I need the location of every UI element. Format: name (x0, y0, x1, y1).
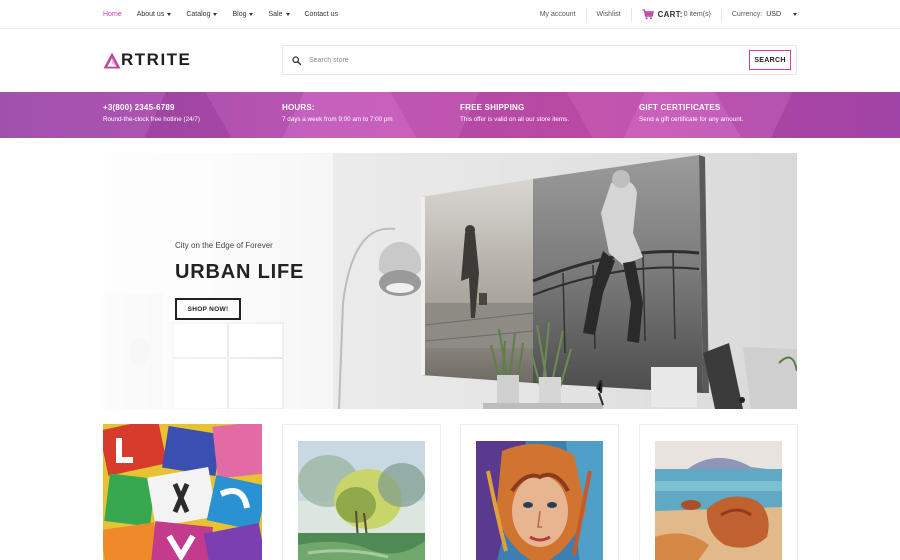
nav-catalog-label: Catalog (186, 11, 211, 18)
hero-subtitle: City on the Edge of Forever (175, 241, 273, 250)
search-icon (292, 55, 301, 65)
cart-button[interactable]: CART: 0 item(s) (632, 7, 722, 22)
nav-contact-us[interactable]: Contact us (305, 11, 338, 18)
feature-title: GIFT CERTIFICATES (639, 103, 721, 112)
slider-dot[interactable] (763, 397, 769, 403)
product-card[interactable] (460, 424, 619, 560)
chevron-down-icon (793, 13, 797, 16)
product-card[interactable] (282, 424, 441, 560)
slider-dots (733, 397, 781, 403)
hero-caption: City on the Edge of Forever URBAN LIFE (175, 241, 304, 284)
wishlist-link[interactable]: Wishlist (587, 7, 632, 22)
logo-text: RTRITE (121, 50, 192, 69)
my-account-link[interactable]: My account (530, 7, 587, 22)
feature-subtitle: This offer is valid on all our store ite… (460, 116, 570, 123)
feature-subtitle: 7 days a week from 9:00 am to 7:00 pm (282, 116, 393, 123)
currency-label: Currency: (731, 11, 763, 18)
chevron-down-icon (167, 13, 172, 16)
feature-title: FREE SHIPPING (460, 103, 525, 112)
cart-item-count: 0 item(s) (683, 11, 711, 18)
search-button[interactable]: SEARCH (749, 50, 791, 70)
nav-about-us[interactable]: About us (137, 11, 172, 18)
slider-dot[interactable] (739, 397, 745, 403)
hero-slider[interactable]: City on the Edge of Forever URBAN LIFE S… (103, 153, 797, 409)
top-bar: Home About us Catalog Blog Sale Contact … (0, 0, 900, 29)
nav-sale[interactable]: Sale (268, 11, 290, 18)
nav-home-label: Home (103, 11, 122, 18)
site-logo[interactable]: RTRITE (103, 50, 192, 69)
product-image (103, 424, 262, 560)
search-input[interactable] (309, 50, 749, 70)
feature-title: +3(800) 2345-6789 (103, 103, 175, 112)
cart-icon (642, 9, 654, 20)
product-card[interactable] (103, 424, 262, 560)
nav-sale-label: Sale (268, 11, 283, 18)
nav-catalog[interactable]: Catalog (186, 11, 218, 18)
feature-subtitle: Send a gift certificate for any amount. (639, 116, 744, 123)
nav-blog[interactable]: Blog (232, 11, 254, 18)
nav-about-us-label: About us (136, 11, 165, 18)
product-image (476, 441, 603, 560)
feature-hotline: +3(800) 2345-6789 Round-the-clock free h… (103, 103, 200, 124)
feature-shipping: FREE SHIPPING This offer is valid on all… (460, 103, 569, 124)
nav-contact-us-label: Contact us (304, 11, 338, 18)
slider-dot[interactable] (751, 397, 757, 403)
feature-title: HOURS: (282, 103, 315, 112)
top-nav: Home About us Catalog Blog Sale Contact … (103, 0, 353, 29)
features-band: +3(800) 2345-6789 Round-the-clock free h… (0, 92, 900, 138)
hero-title: URBAN LIFE (175, 261, 305, 283)
search-bar: SEARCH (282, 45, 797, 75)
chevron-down-icon (249, 13, 254, 16)
currency-value: USD (766, 11, 781, 18)
chevron-down-icon (213, 13, 218, 16)
product-image (298, 441, 425, 560)
cart-label: CART: (657, 10, 683, 19)
slider-dot[interactable] (775, 397, 781, 403)
product-card[interactable] (639, 424, 798, 560)
product-image (655, 441, 782, 560)
shop-now-button[interactable]: SHOP NOW! (175, 298, 241, 320)
account-tools: My account Wishlist CART: 0 item(s) Curr… (530, 0, 797, 29)
nav-blog-label: Blog (232, 11, 247, 18)
chevron-down-icon (285, 13, 290, 16)
logo-mark-icon (103, 52, 121, 68)
currency-select[interactable]: Currency: USD (722, 8, 797, 22)
feature-hours: HOURS: 7 days a week from 9:00 am to 7:0… (282, 103, 393, 124)
feature-gift: GIFT CERTIFICATES Send a gift certificat… (639, 103, 743, 124)
feature-subtitle: Round-the-clock free hotline (24/7) (103, 116, 200, 123)
nav-home[interactable]: Home (103, 11, 122, 18)
